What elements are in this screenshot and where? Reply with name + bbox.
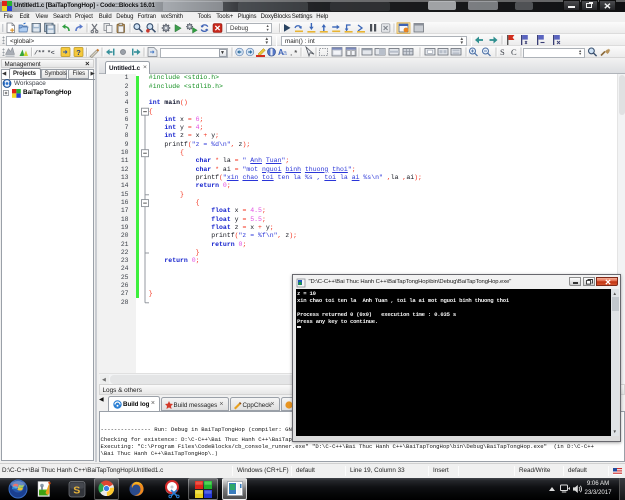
svg-text:*<: *< bbox=[47, 50, 55, 58]
svg-text:S: S bbox=[500, 47, 505, 57]
svg-text:a: a bbox=[283, 50, 287, 57]
svg-text:C: C bbox=[511, 47, 517, 57]
svg-text:?: ? bbox=[76, 48, 81, 57]
svg-text:S: S bbox=[73, 484, 80, 496]
svg-text:/**: /** bbox=[34, 50, 45, 58]
